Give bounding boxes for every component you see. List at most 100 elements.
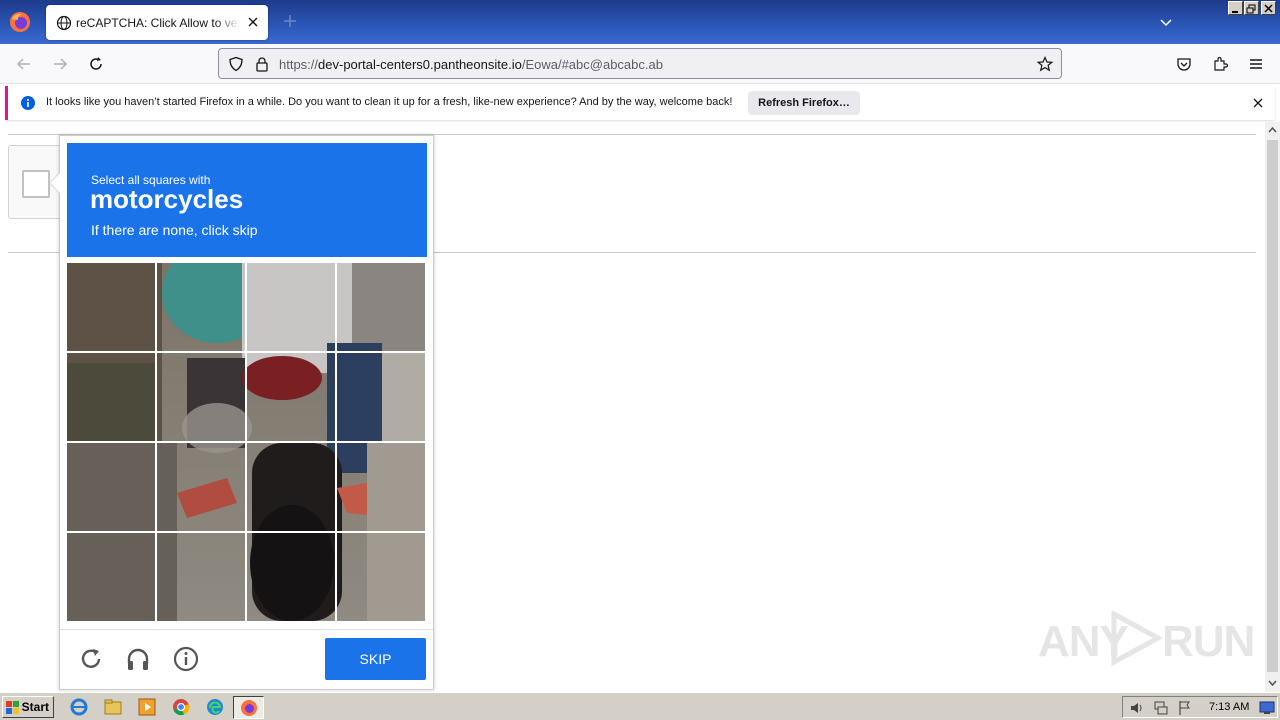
challenge-tile[interactable] bbox=[337, 353, 425, 441]
challenge-tile[interactable] bbox=[247, 263, 335, 351]
challenge-tile[interactable] bbox=[157, 533, 245, 621]
prompt-target: motorcycles bbox=[90, 184, 244, 214]
notification-bar: It looks like you haven’t started Firefo… bbox=[5, 86, 1275, 120]
windows-flag-icon bbox=[6, 701, 19, 714]
close-icon[interactable] bbox=[1252, 97, 1264, 109]
address-bar[interactable]: https://dev-portal-centers0.pantheonsite… bbox=[218, 48, 1062, 79]
tile-image bbox=[337, 353, 425, 441]
scroll-up-arrow-icon[interactable] bbox=[1268, 126, 1277, 134]
shield-icon[interactable] bbox=[228, 56, 244, 72]
browser-tab-strip: reCAPTCHA: Click Allow to verify that yo… bbox=[0, 0, 1280, 44]
scrollbar-thumb[interactable] bbox=[1267, 140, 1278, 672]
prompt-hint: If there are none, click skip bbox=[91, 222, 258, 238]
globe-icon bbox=[56, 15, 72, 31]
tile-image bbox=[67, 443, 155, 531]
url-host: dev-portal-centers0.pantheonsite.io bbox=[318, 57, 522, 72]
url-path: /Eowa/#abc@abcabc.ab bbox=[521, 57, 663, 72]
restore-button[interactable] bbox=[1244, 1, 1259, 15]
pocket-icon[interactable] bbox=[1176, 56, 1192, 72]
challenge-prompt: Select all squares with motorcycles If t… bbox=[67, 143, 427, 257]
tile-image bbox=[247, 533, 335, 621]
challenge-tile[interactable] bbox=[67, 353, 155, 441]
screen: reCAPTCHA: Click Allow to verify that yo… bbox=[0, 0, 1280, 720]
challenge-tile[interactable] bbox=[337, 263, 425, 351]
challenge-tile[interactable] bbox=[157, 263, 245, 351]
tab-title: reCAPTCHA: Click Allow to verify that yo… bbox=[76, 16, 240, 30]
minimize-icon bbox=[1232, 11, 1238, 13]
info-icon[interactable] bbox=[173, 646, 199, 672]
challenge-tile[interactable] bbox=[157, 443, 245, 531]
lock-icon[interactable] bbox=[254, 56, 270, 72]
tile-image bbox=[337, 533, 425, 621]
firefox-logo-icon[interactable] bbox=[9, 11, 31, 33]
notification-message: It looks like you haven’t started Firefo… bbox=[46, 96, 733, 108]
challenge-tile[interactable] bbox=[247, 533, 335, 621]
show-desktop-icon[interactable] bbox=[1259, 700, 1275, 716]
windows-taskbar: Start 7:13 AM bbox=[0, 692, 1280, 720]
tile-image bbox=[157, 533, 245, 621]
challenge-tile[interactable] bbox=[337, 443, 425, 531]
challenge-tile[interactable] bbox=[337, 533, 425, 621]
recaptcha-checkbox[interactable] bbox=[22, 170, 50, 198]
tile-image bbox=[337, 443, 425, 531]
challenge-tile[interactable] bbox=[67, 263, 155, 351]
tile-image bbox=[67, 533, 155, 621]
bookmark-star-icon[interactable] bbox=[1037, 56, 1053, 72]
play-logo-icon bbox=[1111, 609, 1164, 667]
tile-image bbox=[67, 263, 155, 351]
menu-icon[interactable] bbox=[1248, 56, 1264, 72]
minimize-button[interactable] bbox=[1228, 1, 1243, 15]
reload-icon[interactable] bbox=[88, 56, 104, 72]
headphones-icon[interactable] bbox=[125, 646, 151, 672]
edge-icon[interactable] bbox=[206, 698, 224, 716]
url-scheme: https:// bbox=[279, 57, 319, 72]
flag-icon[interactable] bbox=[1177, 700, 1193, 716]
back-arrow-icon[interactable] bbox=[16, 56, 32, 72]
restore-icon bbox=[1246, 4, 1256, 14]
challenge-tile[interactable] bbox=[67, 533, 155, 621]
close-window-button[interactable] bbox=[1261, 1, 1276, 15]
tab-recaptcha[interactable]: reCAPTCHA: Click Allow to verify that yo… bbox=[46, 5, 268, 40]
challenge-image-grid bbox=[67, 263, 427, 623]
taskbar-firefox-button[interactable] bbox=[233, 696, 264, 719]
tile-image bbox=[157, 443, 245, 531]
scroll-down-arrow-icon[interactable] bbox=[1268, 679, 1277, 687]
url-text: https://dev-portal-centers0.pantheonsite… bbox=[279, 57, 663, 72]
close-icon bbox=[1264, 4, 1273, 13]
chrome-icon[interactable] bbox=[172, 698, 190, 716]
tile-image bbox=[247, 443, 335, 531]
explorer-icon[interactable] bbox=[104, 698, 122, 716]
chevron-down-icon[interactable] bbox=[1158, 14, 1174, 30]
refresh-firefox-button[interactable]: Refresh Firefox… bbox=[748, 91, 860, 115]
vertical-scrollbar[interactable] bbox=[1265, 122, 1280, 692]
challenge-tile[interactable] bbox=[157, 353, 245, 441]
info-icon bbox=[21, 96, 35, 110]
challenge-tile[interactable] bbox=[247, 443, 335, 531]
network-icon[interactable] bbox=[1153, 700, 1169, 716]
challenge-tile[interactable] bbox=[247, 353, 335, 441]
system-tray: 7:13 AM bbox=[1122, 696, 1278, 718]
speaker-icon[interactable] bbox=[1129, 700, 1145, 716]
window-controls bbox=[1228, 1, 1280, 16]
start-label: Start bbox=[21, 700, 49, 714]
navigation-toolbar: https://dev-portal-centers0.pantheonsite… bbox=[0, 44, 1280, 84]
ie-icon[interactable] bbox=[70, 698, 88, 716]
tile-image bbox=[157, 263, 245, 351]
tile-image bbox=[247, 263, 335, 351]
anyrun-watermark: ANY RUN bbox=[1038, 607, 1255, 667]
tile-image bbox=[247, 353, 335, 441]
new-tab-icon[interactable] bbox=[282, 13, 298, 29]
close-tab-icon[interactable] bbox=[245, 14, 261, 30]
reload-challenge-icon[interactable] bbox=[78, 646, 104, 672]
tile-image bbox=[157, 353, 245, 441]
popup-arrow bbox=[50, 173, 60, 193]
forward-arrow-icon[interactable] bbox=[52, 56, 68, 72]
tile-image bbox=[337, 263, 425, 351]
media-player-icon[interactable] bbox=[138, 698, 156, 716]
divider bbox=[60, 629, 433, 630]
extensions-icon[interactable] bbox=[1212, 56, 1228, 72]
start-button[interactable]: Start bbox=[2, 696, 54, 718]
challenge-tile[interactable] bbox=[67, 443, 155, 531]
system-clock: 7:13 AM bbox=[1209, 701, 1250, 713]
skip-button[interactable]: SKIP bbox=[325, 638, 426, 680]
